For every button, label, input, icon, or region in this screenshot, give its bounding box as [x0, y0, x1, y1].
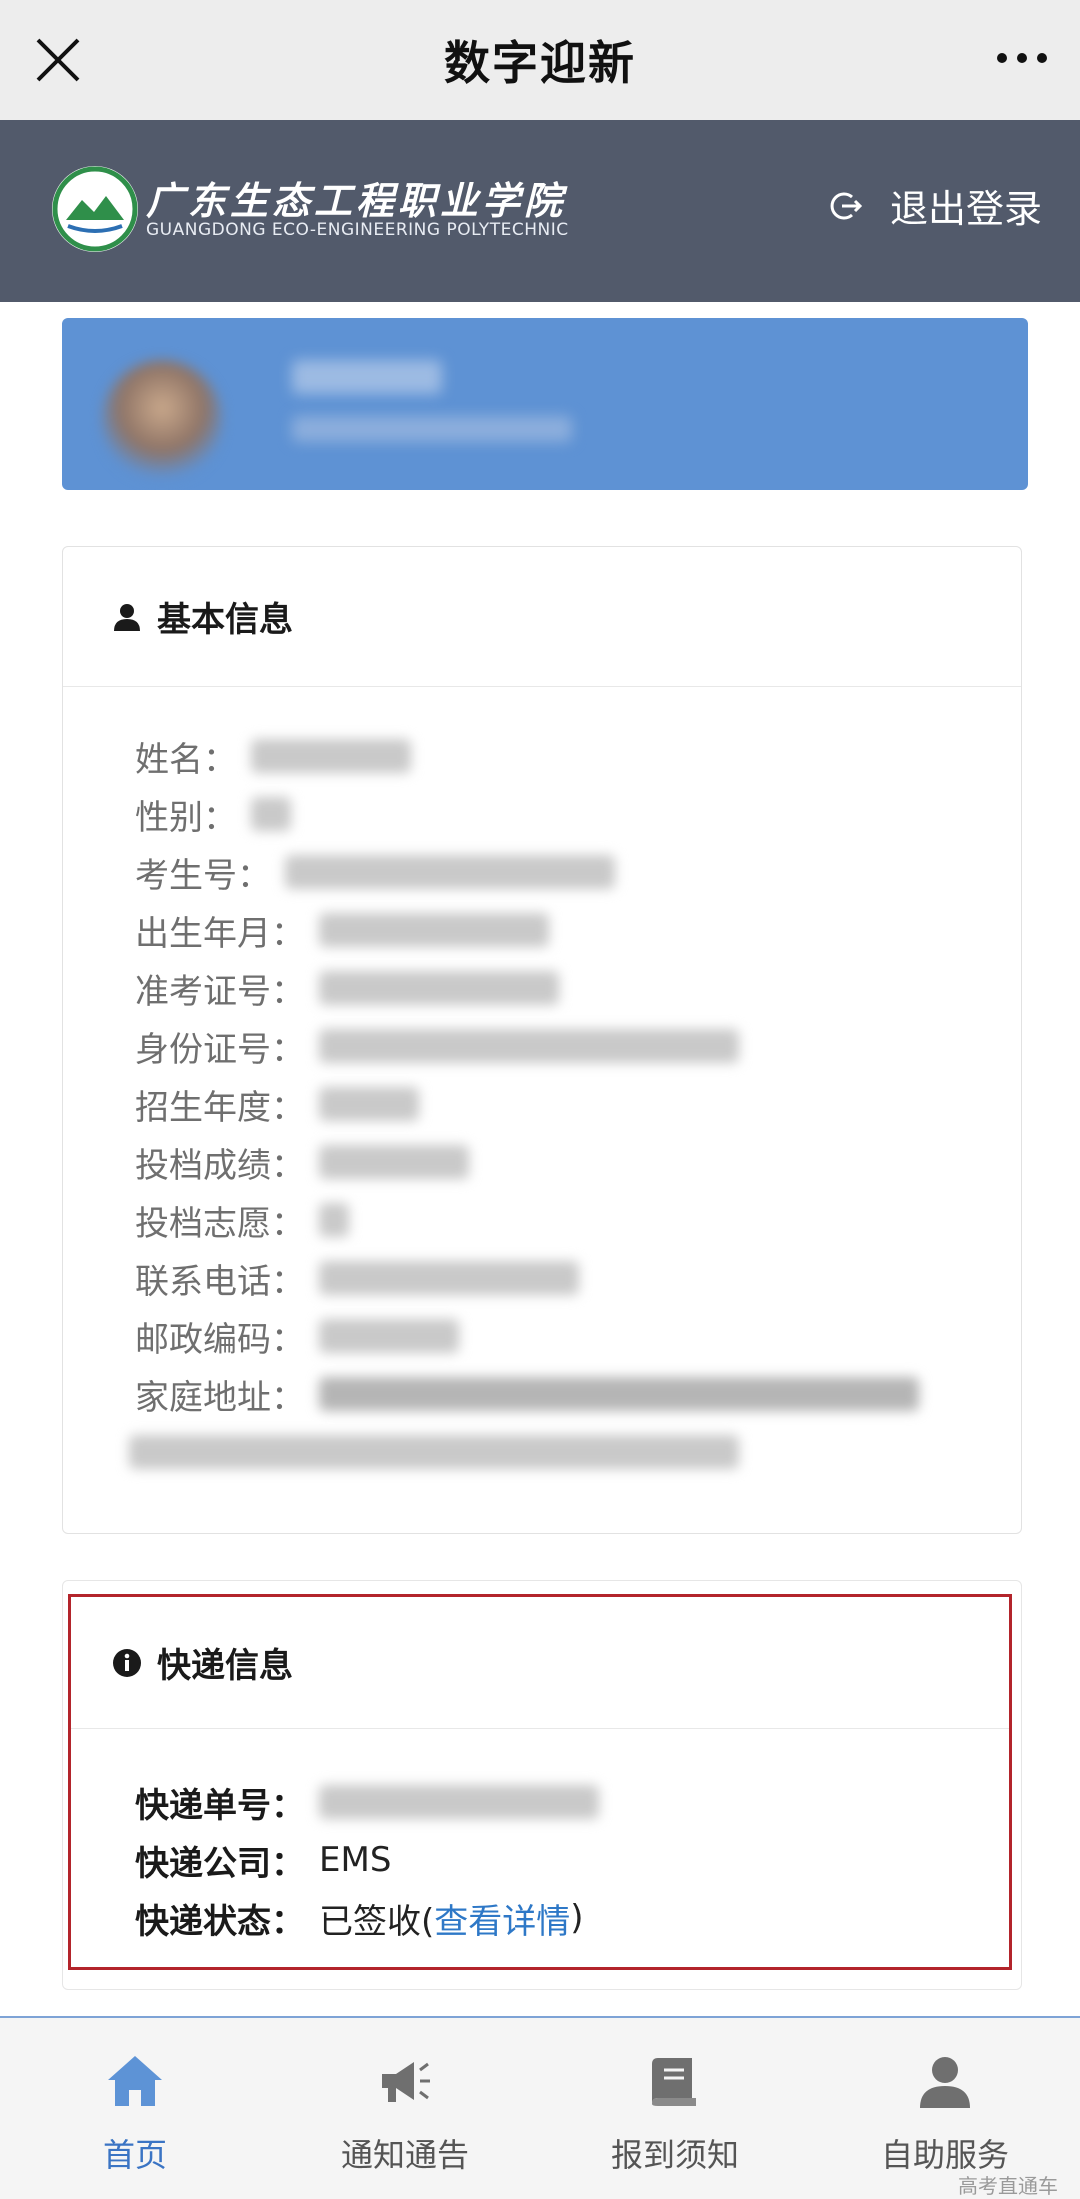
redacted-value — [319, 1029, 739, 1063]
school-name-cn: 广东生态工程职业学院 — [146, 178, 567, 223]
more-dots-icon[interactable] — [994, 48, 1050, 68]
redacted-value — [319, 1203, 349, 1237]
person-icon — [114, 603, 140, 631]
basic-info-card: 基本信息 姓名： 性别： 考生号： 出生年月： 准考证号： 身份证号： 招生年度… — [62, 546, 1022, 1534]
book-icon — [652, 2058, 696, 2106]
profile-card — [62, 318, 1028, 490]
field-address-cont — [129, 1423, 1021, 1481]
basic-info-title: 基本信息 — [157, 600, 293, 640]
tab-notices[interactable]: 通知通告 — [270, 2018, 540, 2199]
tab-checkin-guide[interactable]: 报到须知 — [540, 2018, 810, 2199]
redacted-value — [251, 797, 291, 831]
logout-label: 退出登录 — [889, 187, 1042, 231]
logout-icon — [830, 192, 863, 219]
express-header: 快递信息 — [71, 1597, 1009, 1729]
company-row: 快递公司： EMS — [135, 1840, 392, 1884]
field-id-number: 身份证号： — [135, 1017, 1021, 1075]
avatar — [102, 360, 222, 480]
megaphone-icon — [382, 2062, 430, 2102]
field-phone: 联系电话： — [135, 1249, 1021, 1307]
field-birth: 出生年月： — [135, 901, 1021, 959]
redacted-name — [292, 360, 442, 394]
top-bar: 数字迎新 — [0, 0, 1080, 120]
redacted-value — [319, 971, 559, 1005]
user-icon — [920, 2057, 970, 2108]
redacted-value — [319, 1261, 579, 1295]
school-header: 广东生态工程职业学院 GUANGDONG ECO-ENGINEERING POL… — [0, 120, 1080, 302]
field-enroll-year: 招生年度： — [135, 1075, 1021, 1133]
redacted-value — [251, 739, 411, 773]
school-logo — [52, 166, 138, 252]
express-card: 快递信息 快递单号： 快递公司： EMS 快递状态： 已签收(查看详情) — [68, 1594, 1012, 1970]
field-gender: 性别： — [135, 785, 1021, 843]
page-title: 数字迎新 — [444, 36, 636, 90]
express-title: 快递信息 — [157, 1646, 293, 1686]
home-icon — [108, 2056, 162, 2106]
school-name-en: GUANGDONG ECO-ENGINEERING POLYTECHNIC — [146, 220, 569, 240]
redacted-value — [319, 913, 549, 947]
basic-info-header: 基本信息 — [63, 547, 1021, 687]
field-admission-ticket: 准考证号： — [135, 959, 1021, 1017]
field-postcode: 邮政编码： — [135, 1307, 1021, 1365]
logout-button[interactable]: 退出登录 — [828, 178, 1042, 233]
tracking-number-row: 快递单号： — [135, 1773, 1009, 1831]
status-value: 已签收( — [319, 1901, 435, 1942]
tab-home[interactable]: 首页 — [0, 2018, 270, 2199]
company-value: EMS — [319, 1840, 392, 1880]
status-row: 快递状态： 已签收(查看详情) — [135, 1889, 1009, 1947]
watermark: 高考直通车 — [958, 2174, 1058, 2198]
field-exam-number: 考生号： — [135, 843, 1021, 901]
field-score: 投档成绩： — [135, 1133, 1021, 1191]
basic-info-list: 姓名： 性别： 考生号： 出生年月： 准考证号： 身份证号： 招生年度： 投档成… — [63, 687, 1021, 1481]
field-address: 家庭地址： — [135, 1365, 1021, 1423]
view-detail-link[interactable]: 查看详情 — [434, 1894, 570, 1943]
close-icon[interactable] — [30, 32, 86, 88]
redacted-value — [319, 1087, 419, 1121]
redacted-value — [319, 1377, 919, 1411]
field-preference: 投档志愿： — [135, 1191, 1021, 1249]
redacted-subtitle — [292, 416, 572, 442]
redacted-value — [319, 1145, 469, 1179]
redacted-value — [319, 1319, 459, 1353]
redacted-value — [129, 1435, 739, 1469]
redacted-value — [319, 1785, 599, 1819]
bottom-tab-bar: 首页 通知通告 报到须知 自助服务 — [0, 2016, 1080, 2199]
info-icon — [113, 1648, 141, 1677]
express-list: 快递单号： 快递公司： EMS 快递状态： 已签收(查看详情) — [71, 1729, 1009, 1947]
field-name: 姓名： — [135, 727, 1021, 785]
redacted-value — [285, 855, 615, 889]
